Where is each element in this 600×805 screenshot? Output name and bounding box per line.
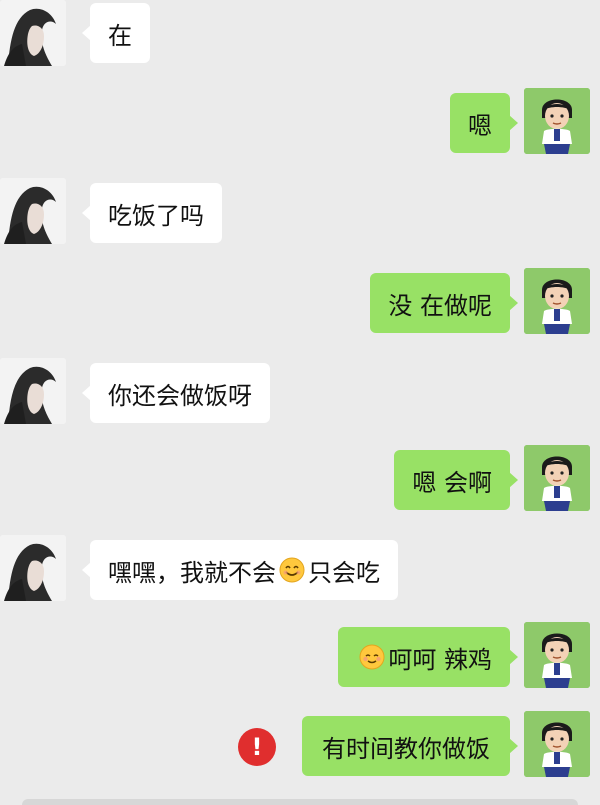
message-bubble[interactable]: 嘿嘿，我就不会 只会吃 xyxy=(82,540,398,600)
message-sent: 嗯 xyxy=(0,88,600,160)
user-avatar[interactable] xyxy=(524,445,590,511)
message-text: 吃饭了吗 xyxy=(108,201,204,230)
message-text: 没 在做呢 xyxy=(388,291,492,320)
message-bubble[interactable]: 没 在做呢 xyxy=(370,273,518,333)
chat-area: 在 嗯 吃饭了吗 没 在做呢 你还会做饭呀 嗯 会啊 嘿嘿，我就不会 只会吃 呵… xyxy=(0,0,600,805)
smile-emoji-icon xyxy=(279,557,305,583)
message-received: 吃饭了吗 xyxy=(0,178,600,250)
message-text: 在 xyxy=(108,21,132,50)
message-bubble[interactable]: 你还会做饭呀 xyxy=(82,363,270,423)
message-text: 嗯 会啊 xyxy=(412,468,492,497)
message-text-suffix: 只会吃 xyxy=(308,558,380,587)
message-sent: 呵呵 辣鸡 xyxy=(0,622,600,694)
message-text: 有时间教你做饭 xyxy=(322,734,490,763)
message-bubble[interactable]: 嗯 会啊 xyxy=(394,450,518,510)
message-sent: 嗯 会啊 xyxy=(0,445,600,517)
contact-avatar[interactable] xyxy=(0,0,66,66)
message-bubble[interactable]: 嗯 xyxy=(450,93,518,153)
user-avatar[interactable] xyxy=(524,711,590,777)
message-received: 你还会做饭呀 xyxy=(0,358,600,430)
contact-avatar[interactable] xyxy=(0,535,66,601)
message-bubble[interactable]: 呵呵 辣鸡 xyxy=(338,627,518,687)
message-text: 你还会做饭呀 xyxy=(108,381,252,410)
user-avatar[interactable] xyxy=(524,88,590,154)
contact-avatar[interactable] xyxy=(0,178,66,244)
message-received: 嘿嘿，我就不会 只会吃 xyxy=(0,535,600,607)
message-text: 嗯 xyxy=(468,111,492,140)
message-sent: ! 有时间教你做饭 xyxy=(0,711,600,783)
message-sent: 没 在做呢 xyxy=(0,268,600,340)
contact-avatar[interactable] xyxy=(0,358,66,424)
message-text: 嘿嘿，我就不会 xyxy=(108,558,276,587)
message-bubble[interactable]: 吃饭了吗 xyxy=(82,183,222,243)
message-bubble[interactable]: 在 xyxy=(82,3,150,63)
message-bubble[interactable]: 有时间教你做饭 xyxy=(302,716,518,776)
send-failed-icon[interactable]: ! xyxy=(238,728,276,766)
shy-smile-emoji-icon xyxy=(359,644,385,670)
user-avatar[interactable] xyxy=(524,622,590,688)
user-avatar[interactable] xyxy=(524,268,590,334)
send-failed-mark: ! xyxy=(251,733,263,761)
input-bar-edge xyxy=(22,799,578,805)
message-text: 呵呵 辣鸡 xyxy=(388,645,492,674)
message-received: 在 xyxy=(0,0,600,70)
